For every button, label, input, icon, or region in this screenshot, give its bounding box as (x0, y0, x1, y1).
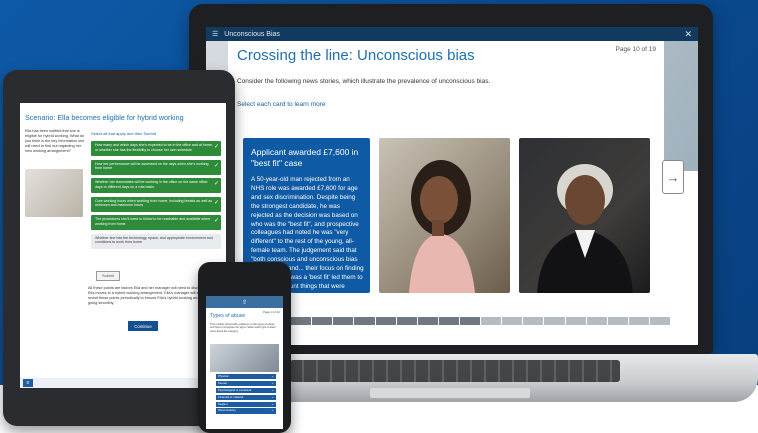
phone-screen: ⇧ Page 3 of 22 Types of abuse This modul… (206, 296, 283, 429)
check-icon: ✓ (213, 218, 219, 224)
upload-icon[interactable]: ⇧ (242, 299, 247, 306)
check-icon: ✓ (213, 144, 219, 150)
select-prompt: Select each card to learn more (237, 101, 326, 108)
chevron-down-icon: ⌄ (271, 380, 274, 385)
answer-option[interactable]: The procedures she'll need to follow to … (91, 215, 221, 230)
page-counter: Page 10 of 19 (615, 46, 656, 53)
instruction-text: Select all that apply and then Submit (91, 131, 156, 136)
phone-page-title: Types of abuse (210, 313, 246, 319)
next-arrow-icon[interactable]: → (662, 160, 684, 194)
abuse-type-list: Physical ⌄ Sexual ⌄ Psychological or emoti… (216, 374, 276, 415)
tablet-screen: Scenario: Ella becomes eligible for hybr… (20, 103, 226, 388)
close-icon[interactable]: ✕ (684, 29, 692, 40)
check-icon: ✓ (213, 181, 219, 187)
phone-photo (210, 344, 279, 372)
scenario-question: Ella has been notified that she is eligi… (25, 129, 85, 153)
answer-option[interactable]: How her performance will be assessed on … (91, 159, 221, 175)
abuse-type-item[interactable]: Discriminatory ⌄ (216, 408, 276, 414)
abuse-type-item[interactable]: Psychological or emotional ⌄ (216, 387, 276, 394)
abuse-type-item[interactable]: Neglect ⌄ (216, 401, 276, 407)
scenario-title: Scenario: Ella becomes eligible for hybr… (25, 113, 184, 122)
abuse-type-item[interactable]: Financial or material ⌄ (216, 394, 276, 401)
course-titlebar: ☰ Unconscious Bias ✕ (206, 27, 698, 41)
chevron-down-icon: ⌄ (271, 401, 274, 406)
abuse-type-item[interactable]: Physical ⌄ (216, 374, 276, 380)
intro-text: Consider the following news stories, whi… (237, 78, 491, 85)
course-app-title: Unconscious Bias (224, 30, 280, 38)
chevron-down-icon: ⌄ (271, 408, 274, 413)
answer-option[interactable]: Core working hours when working from hom… (91, 196, 221, 212)
check-icon: ✓ (213, 199, 219, 206)
phone-page-counter: Page 3 of 22 (262, 310, 280, 314)
answer-options: How many and which days she's expected t… (91, 141, 221, 252)
news-card-title: Applicant awarded £7,600 in "best fit" c… (251, 147, 359, 168)
page-title: Crossing the line: Unconscious bias (237, 47, 475, 64)
scenario-photo (25, 169, 83, 217)
submit-button[interactable]: Submit (96, 271, 120, 281)
page-progress-bar (270, 317, 671, 325)
news-card-photo-young-woman[interactable] (379, 138, 510, 293)
laptop-keyboard (290, 360, 620, 382)
tablet-footer: ≡ (20, 378, 226, 388)
laptop-trackpad (370, 388, 530, 398)
phone-topbar: ⇧ (206, 296, 283, 308)
answer-option[interactable]: How many and which days she's expected t… (91, 141, 221, 156)
menu-icon[interactable]: ☰ (212, 30, 218, 38)
chevron-down-icon: ⌄ (271, 374, 274, 378)
continue-button[interactable]: Continue (128, 321, 158, 331)
abuse-type-item[interactable]: Sexual ⌄ (216, 380, 276, 387)
chevron-down-icon: ⌄ (271, 387, 274, 392)
answer-option[interactable]: Whether she has the technology, space, a… (91, 233, 221, 249)
check-icon: ✓ (213, 162, 219, 169)
young-woman-illustration (409, 160, 475, 293)
answer-option[interactable]: Whether her teammates will be working in… (91, 178, 221, 193)
phone-intro-text: This module will provide guidance on the… (210, 323, 276, 333)
news-card-photo-judge[interactable] (519, 138, 650, 293)
judge-illustration (537, 164, 633, 293)
menu-icon[interactable]: ≡ (23, 379, 33, 387)
chevron-down-icon: ⌄ (271, 394, 274, 399)
